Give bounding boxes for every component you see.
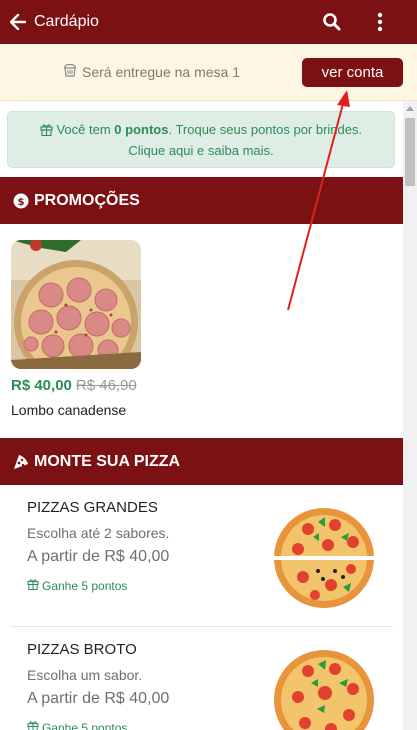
top-app-bar: Cardápio xyxy=(0,0,417,44)
promo-price-new: R$ 40,00 xyxy=(11,377,72,394)
section-title: PROMOÇÕES xyxy=(34,191,140,209)
table-info-bar: Será entregue na mesa 1 ver conta xyxy=(0,44,417,101)
scrollbar-thumb[interactable] xyxy=(405,118,415,186)
item-points-text: Ganhe 5 pontos xyxy=(42,578,128,593)
points-banner[interactable]: Você tem 0 pontos. Troque seus pontos po… xyxy=(7,111,395,168)
section-header-monte-sua-pizza: MONTE SUA PIZZA xyxy=(0,438,403,485)
item-price: A partir de R$ 40,00 xyxy=(27,548,170,565)
points-value: 0 pontos xyxy=(114,122,169,137)
dollar-circle-icon: $ xyxy=(13,193,29,209)
app: Cardápio Será entregue na mesa 1 ver con… xyxy=(0,0,417,730)
search-icon[interactable] xyxy=(322,12,342,32)
table-message: Será entregue na mesa 1 xyxy=(63,63,240,80)
service-bell-icon xyxy=(63,63,77,80)
item-name: PIZZAS GRANDES xyxy=(27,499,158,516)
item-points: Ganhe 5 pontos xyxy=(27,720,127,730)
pizza-image xyxy=(273,649,375,730)
points-prefix: Você tem xyxy=(56,122,115,137)
item-name: PIZZAS BROTO xyxy=(27,641,137,658)
item-description: Escolha um sabor. xyxy=(27,667,143,683)
gift-icon xyxy=(27,578,39,593)
view-account-button[interactable]: ver conta xyxy=(302,58,403,87)
points-line-2[interactable]: Clique aqui e saiba mais. xyxy=(8,141,394,160)
gift-icon xyxy=(40,122,53,141)
promo-price-old: R$ 46,90 xyxy=(75,377,137,394)
item-price: A partir de R$ 40,00 xyxy=(27,690,170,707)
points-suffix: . Troque seus pontos por brindes. xyxy=(168,122,363,137)
item-description: Escolha até 2 sabores. xyxy=(27,525,170,541)
promo-product-name[interactable]: Lombo canadense xyxy=(11,402,126,418)
points-line-1: Você tem 0 pontos. Troque seus pontos po… xyxy=(8,120,394,141)
table-message-text: Será entregue na mesa 1 xyxy=(82,63,240,80)
promo-price: R$ 40,00 R$ 46,90 xyxy=(11,377,137,394)
item-points-text: Ganhe 5 pontos xyxy=(42,720,128,730)
section-title: MONTE SUA PIZZA xyxy=(34,452,181,470)
back-arrow-icon[interactable] xyxy=(9,13,27,31)
item-points: Ganhe 5 pontos xyxy=(27,578,127,593)
promo-pizza-image[interactable] xyxy=(11,240,141,369)
page-title: Cardápio xyxy=(34,13,99,30)
list-item-pizzas-grandes[interactable]: PIZZAS GRANDES Escolha até 2 sabores. A … xyxy=(0,485,403,623)
svg-text:$: $ xyxy=(18,197,25,208)
more-vert-icon[interactable] xyxy=(372,12,388,32)
scroll-up-arrow-icon[interactable] xyxy=(406,106,414,111)
section-header-promocoes: $ PROMOÇÕES xyxy=(0,177,403,224)
half-half-pizza-image xyxy=(273,507,375,609)
menu-scroll-area[interactable]: Você tem 0 pontos. Troque seus pontos po… xyxy=(0,101,403,730)
pizza-slice-icon xyxy=(13,454,29,470)
gift-icon xyxy=(27,720,39,730)
list-item-pizzas-broto[interactable]: PIZZAS BROTO Escolha um sabor. A partir … xyxy=(0,627,403,730)
vertical-scrollbar[interactable] xyxy=(403,101,417,730)
